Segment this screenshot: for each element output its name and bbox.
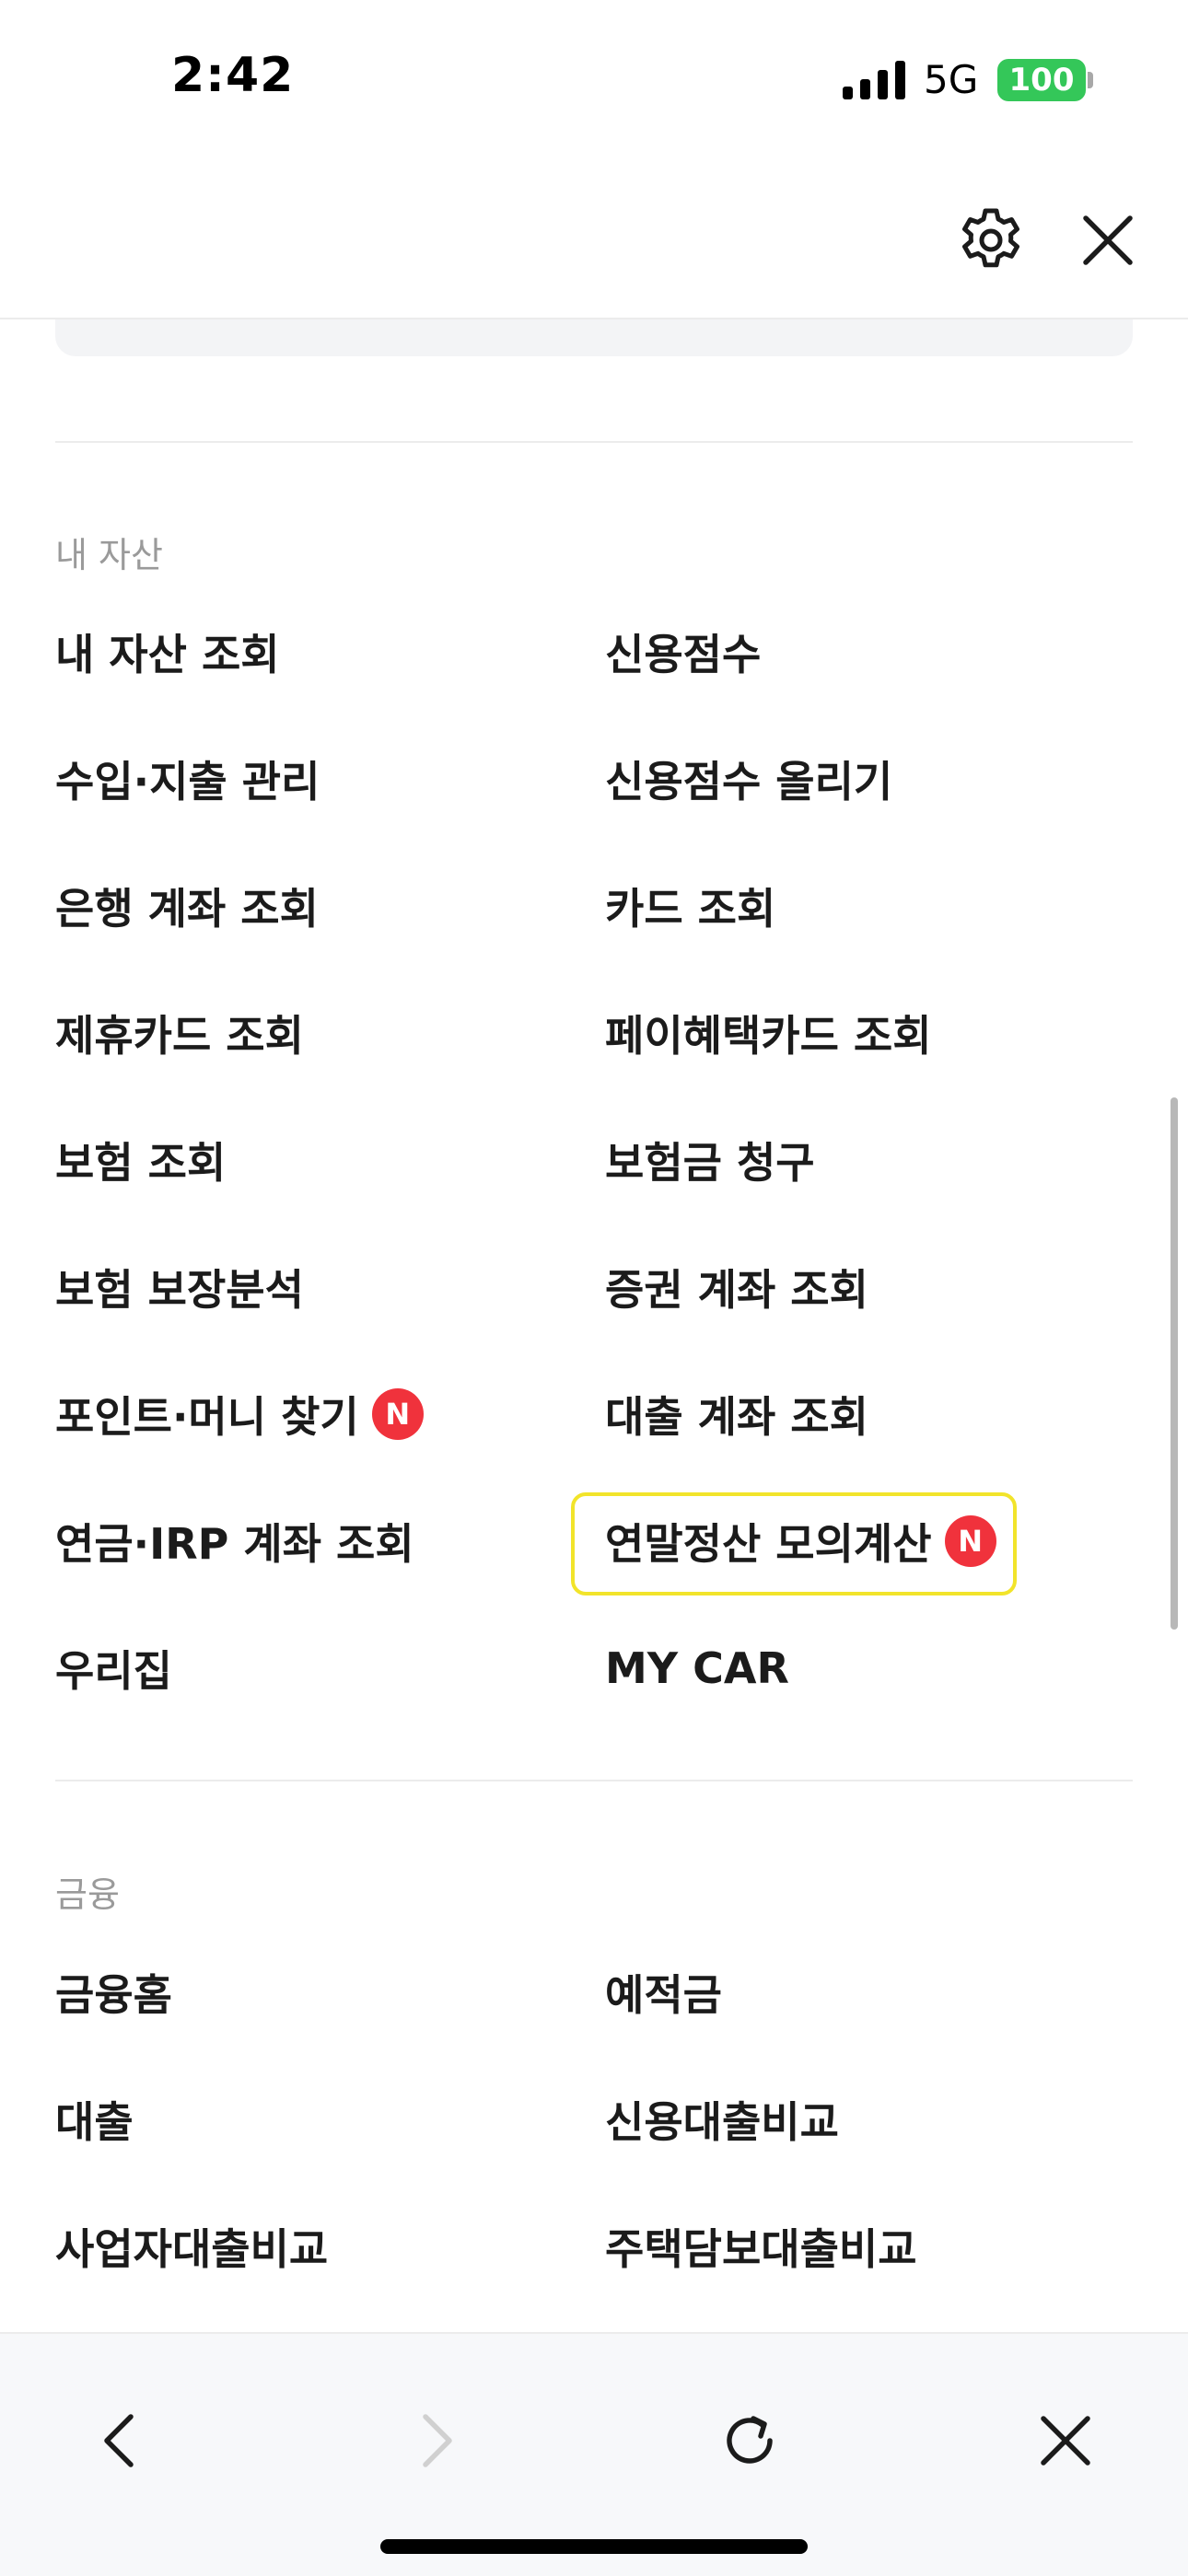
new-badge: N bbox=[371, 1388, 424, 1440]
menu-item-income-expense[interactable]: 수입·지출 관리 bbox=[55, 728, 320, 830]
menu-item-label: 포인트·머니 찾기 bbox=[55, 1392, 359, 1442]
scrollbar[interactable] bbox=[1171, 1097, 1178, 1630]
menu-item-business-loan-compare[interactable]: 사업자대출비교 bbox=[55, 2196, 328, 2297]
menu-item-find-points[interactable]: 포인트·머니 찾기 N bbox=[55, 1363, 424, 1465]
section-divider bbox=[55, 441, 1133, 443]
menu-item-bank-account[interactable]: 은행 계좌 조회 bbox=[55, 855, 319, 957]
previous-section-card bbox=[55, 319, 1133, 356]
menu-item-label: 보험금 청구 bbox=[605, 1138, 815, 1188]
status-time: 2:42 bbox=[171, 48, 295, 103]
menu-item-label: 증권 계좌 조회 bbox=[605, 1265, 868, 1315]
menu-item-raise-credit-score[interactable]: 신용점수 올리기 bbox=[605, 728, 892, 830]
menu-item-label: 신용점수 bbox=[605, 630, 762, 679]
home-indicator bbox=[380, 2539, 808, 2554]
menu-item-label: 은행 계좌 조회 bbox=[55, 884, 319, 934]
menu-item-pay-benefit-card[interactable]: 페이혜택카드 조회 bbox=[605, 982, 932, 1084]
close-icon[interactable] bbox=[1029, 2404, 1102, 2477]
menu-item-label: 보험 보장분석 bbox=[55, 1265, 304, 1315]
menu-item-credit-score[interactable]: 신용점수 bbox=[605, 601, 761, 702]
menu-item-deposits-savings[interactable]: 예적금 bbox=[605, 1942, 722, 2043]
battery-icon: 100 bbox=[997, 59, 1086, 101]
menu-item-label: 수입·지출 관리 bbox=[55, 757, 320, 806]
menu-item-label: 신용대출비교 bbox=[605, 2097, 839, 2147]
cellular-signal-icon bbox=[843, 61, 905, 99]
menu-item-my-home[interactable]: 우리집 bbox=[55, 1618, 172, 1719]
network-label: 5G bbox=[924, 57, 979, 102]
menu-item-label: 제휴카드 조회 bbox=[55, 1011, 304, 1061]
battery-nub bbox=[1088, 72, 1093, 88]
menu-item-insurance-claim[interactable]: 보험금 청구 bbox=[605, 1109, 815, 1211]
gear-icon[interactable] bbox=[954, 203, 1028, 277]
section-divider bbox=[55, 1780, 1133, 1781]
menu-item-insurance-coverage[interactable]: 보험 보장분석 bbox=[55, 1236, 304, 1338]
menu-item-loans[interactable]: 대출 bbox=[55, 2069, 134, 2170]
section-title-assets: 내 자산 bbox=[55, 535, 163, 575]
menu-item-pension-irp[interactable]: 연금·IRP 계좌 조회 bbox=[55, 1491, 414, 1592]
menu-header bbox=[0, 161, 1188, 319]
menu-item-label: 보험 조회 bbox=[55, 1138, 227, 1188]
chevron-right-icon[interactable] bbox=[398, 2404, 472, 2477]
menu-item-label: MY CAR bbox=[605, 1643, 789, 1693]
menu-item-label: 예적금 bbox=[605, 1970, 722, 2020]
menu-item-mortgage-loan-compare[interactable]: 주택담보대출비교 bbox=[605, 2196, 917, 2297]
menu-item-finance-home[interactable]: 금융홈 bbox=[55, 1942, 172, 2043]
menu-item-label: 금융홈 bbox=[55, 1970, 172, 2020]
menu-item-label: 우리집 bbox=[55, 1646, 172, 1696]
close-icon[interactable] bbox=[1071, 203, 1145, 277]
menu-item-label: 주택담보대출비교 bbox=[605, 2224, 917, 2274]
menu-content: 내 자산 내 자산 조회 신용점수 수입·지출 관리 신용점수 올리기 은행 계… bbox=[0, 319, 1188, 2332]
menu-item-insurance-inquiry[interactable]: 보험 조회 bbox=[55, 1109, 226, 1211]
section-title-finance: 금융 bbox=[55, 1874, 120, 1915]
menu-item-label: 연말정산 모의계산 bbox=[605, 1519, 932, 1569]
menu-item-label: 내 자산 조회 bbox=[55, 630, 280, 679]
menu-item-label: 신용점수 올리기 bbox=[605, 757, 893, 806]
new-badge: N bbox=[944, 1515, 996, 1567]
menu-item-credit-loan-compare[interactable]: 신용대출비교 bbox=[605, 2069, 839, 2170]
menu-item-label: 페이혜택카드 조회 bbox=[605, 1011, 932, 1061]
browser-toolbar bbox=[0, 2332, 1188, 2576]
menu-item-my-car[interactable]: MY CAR bbox=[605, 1618, 789, 1719]
menu-item-label: 사업자대출비교 bbox=[55, 2224, 329, 2274]
menu-item-label: 연금·IRP 계좌 조회 bbox=[55, 1519, 414, 1569]
reload-icon[interactable] bbox=[713, 2404, 786, 2477]
menu-item-label: 대출 계좌 조회 bbox=[605, 1392, 868, 1442]
menu-item-card-inquiry[interactable]: 카드 조회 bbox=[605, 855, 775, 957]
menu-item-loan-account[interactable]: 대출 계좌 조회 bbox=[605, 1363, 868, 1465]
menu-item-partner-card[interactable]: 제휴카드 조회 bbox=[55, 982, 304, 1084]
menu-item-securities-account[interactable]: 증권 계좌 조회 bbox=[605, 1236, 868, 1338]
menu-item-year-end-tax-simulation[interactable]: 연말정산 모의계산 N bbox=[605, 1491, 996, 1592]
menu-item-label: 카드 조회 bbox=[605, 884, 776, 934]
menu-item-label: 대출 bbox=[55, 2097, 134, 2147]
menu-item-asset-inquiry[interactable]: 내 자산 조회 bbox=[55, 601, 280, 702]
chevron-left-icon[interactable] bbox=[85, 2404, 158, 2477]
status-bar: 2:42 5G 100 bbox=[0, 0, 1188, 161]
